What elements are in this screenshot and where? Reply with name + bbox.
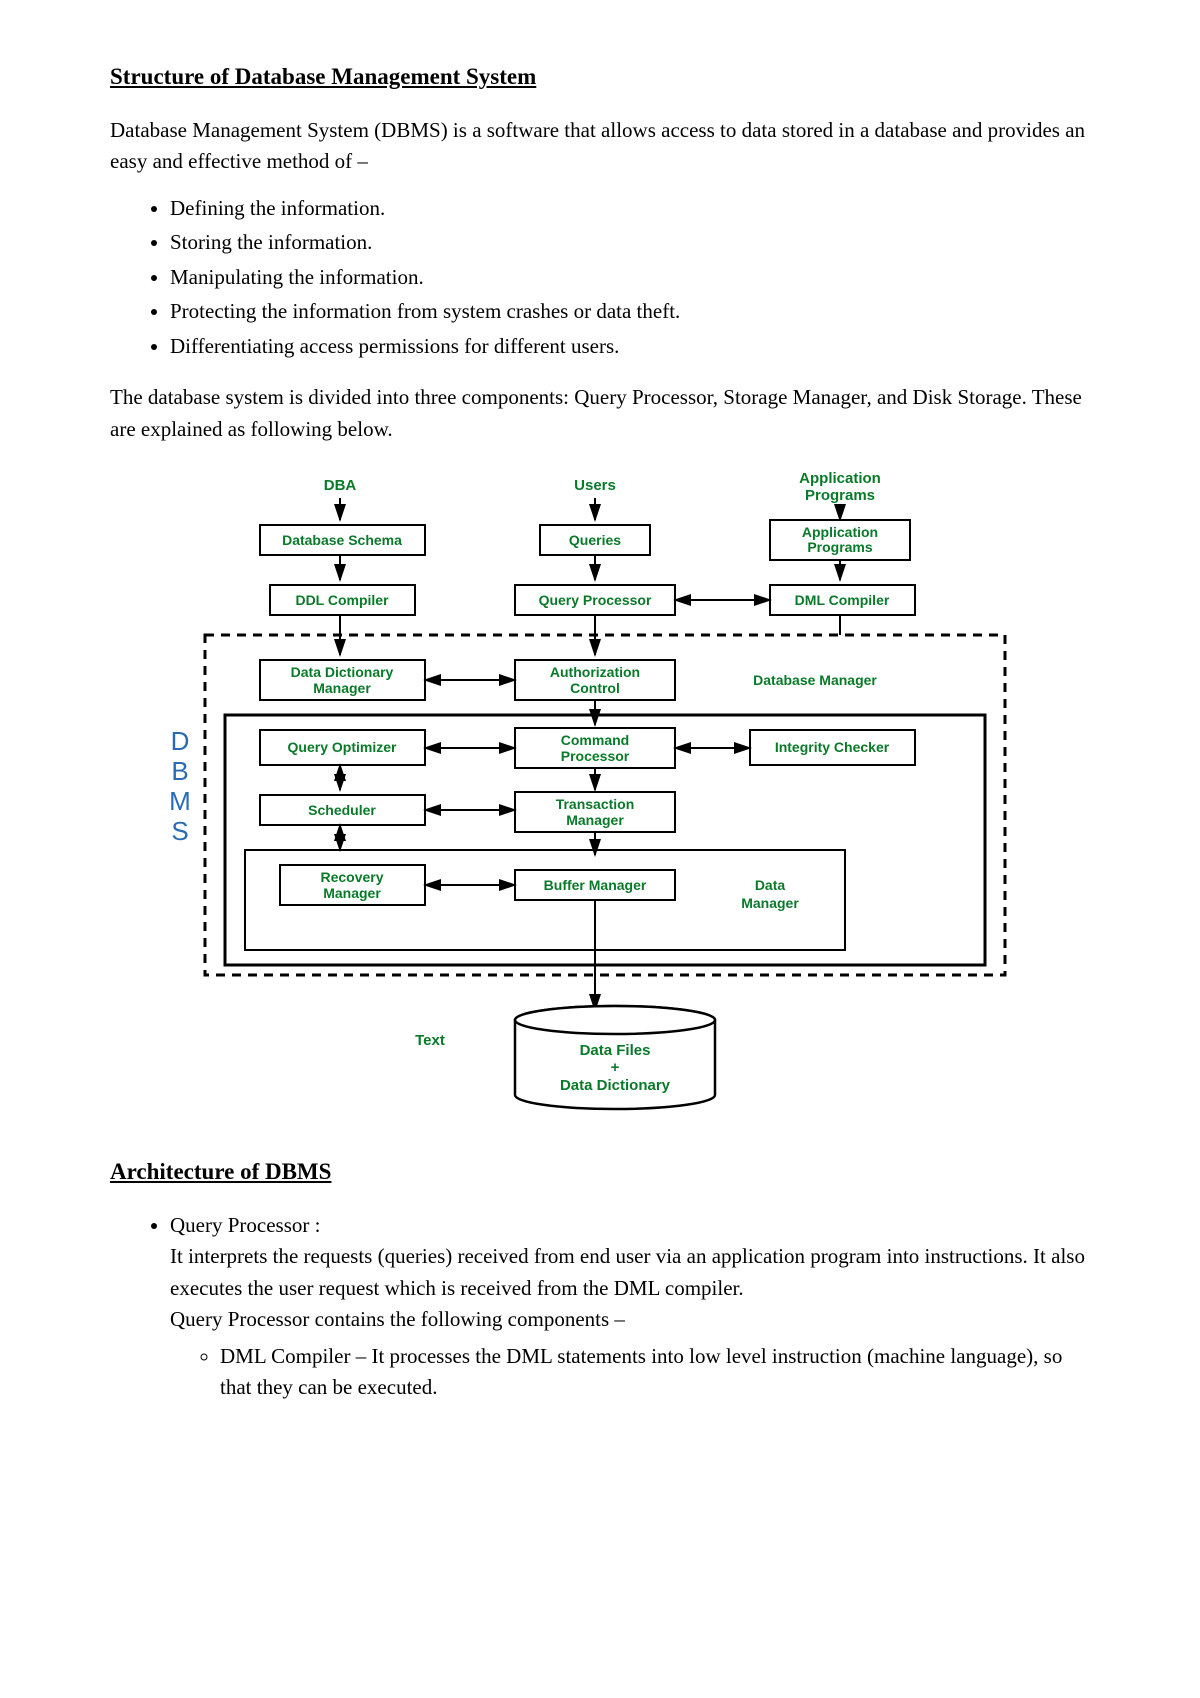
label-db-manager: Database Manager [753, 672, 877, 688]
label-app-programs: Application [799, 470, 881, 487]
box-integrity-checker: Integrity Checker [775, 739, 890, 755]
box-scheduler: Scheduler [308, 802, 376, 818]
box-data-dict-mgr: Data Dictionary [291, 664, 394, 680]
qp-heading: Query Processor : [170, 1213, 320, 1237]
qp-body: It interprets the requests (queries) rec… [170, 1244, 1085, 1300]
list-item: Protecting the information from system c… [170, 296, 1090, 328]
box-app-programs: Application [802, 524, 878, 540]
box-dml-compiler: DML Compiler [795, 592, 890, 608]
box-transaction-mgr: Transaction [556, 796, 635, 812]
label-users: Users [574, 477, 616, 494]
box-command-processor: Processor [561, 748, 630, 764]
box-db-schema: Database Schema [282, 532, 402, 548]
feature-list: Defining the information. Storing the in… [170, 193, 1090, 363]
list-item: Storing the information. [170, 227, 1090, 259]
cyl-data-dict: Data Dictionary [560, 1077, 671, 1094]
list-item: Query Processor : It interprets the requ… [170, 1210, 1090, 1404]
label-text: Text [415, 1032, 445, 1049]
box-query-processor: Query Processor [539, 592, 652, 608]
box-buffer-mgr: Buffer Manager [544, 877, 647, 893]
cyl-plus: + [611, 1059, 620, 1076]
label-app-programs: Programs [805, 487, 875, 504]
subtitle-architecture: Architecture of DBMS [110, 1155, 1090, 1190]
sub-list: DML Compiler – It processes the DML stat… [220, 1341, 1090, 1404]
box-recovery-mgr: Recovery [320, 869, 383, 885]
label-data-mgr: Manager [741, 895, 799, 911]
box-auth-control: Control [570, 680, 620, 696]
list-item: Defining the information. [170, 193, 1090, 225]
box-recovery-mgr: Manager [323, 885, 381, 901]
qp-body2: Query Processor contains the following c… [170, 1307, 625, 1331]
label-data-mgr: Data [755, 877, 786, 893]
box-data-dict-mgr: Manager [313, 680, 371, 696]
dbms-side-d: D [171, 726, 190, 756]
architecture-diagram: .gt { fill:#0a7a2a; font-family: Arial, … [110, 460, 1090, 1130]
box-queries: Queries [569, 532, 621, 548]
box-query-optimizer: Query Optimizer [288, 739, 397, 755]
dbms-side-b: B [171, 756, 188, 786]
page-title: Structure of Database Management System [110, 60, 1090, 95]
box-auth-control: Authorization [550, 664, 640, 680]
box-app-programs: Programs [807, 539, 873, 555]
list-item: Manipulating the information. [170, 262, 1090, 294]
list-item: DML Compiler – It processes the DML stat… [220, 1341, 1090, 1404]
dbms-side-s: S [171, 816, 188, 846]
box-command-processor: Command [561, 732, 629, 748]
architecture-list: Query Processor : It interprets the requ… [170, 1210, 1090, 1404]
box-transaction-mgr: Manager [566, 812, 624, 828]
intro-paragraph: Database Management System (DBMS) is a s… [110, 115, 1090, 178]
dbms-side-m: M [169, 786, 191, 816]
cyl-data-files: Data Files [580, 1042, 651, 1059]
list-item: Differentiating access permissions for d… [170, 331, 1090, 363]
box-ddl-compiler: DDL Compiler [295, 592, 389, 608]
label-dba: DBA [324, 477, 357, 494]
components-paragraph: The database system is divided into thre… [110, 382, 1090, 445]
